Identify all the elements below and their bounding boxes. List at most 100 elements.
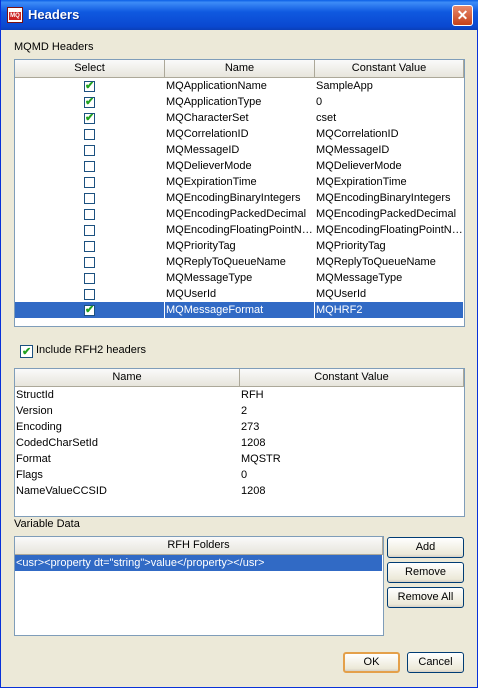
name-cell[interactable]: MQApplicationType — [165, 94, 315, 110]
name-cell[interactable]: MQMessageID — [165, 142, 315, 158]
title-bar[interactable]: MQ Headers ✕ — [1, 0, 478, 30]
constant-value-cell[interactable]: MQMessageType — [315, 270, 464, 286]
ok-button[interactable]: OK — [343, 652, 400, 673]
name-cell[interactable]: Flags — [15, 467, 240, 483]
select-cell[interactable]: ✔ — [15, 302, 165, 318]
select-cell[interactable] — [15, 286, 165, 302]
select-checkbox[interactable] — [84, 240, 95, 252]
table-row[interactable]: MQEncodingPackedDecimal MQEncodingPackedD… — [15, 206, 464, 222]
table-row[interactable]: MQCorrelationID MQCorrelationID — [15, 126, 464, 142]
table-row[interactable]: ✔ MQMessageFormat MQHRF2 — [15, 302, 464, 318]
column-header-constant-value[interactable]: Constant Value — [240, 369, 464, 387]
constant-value-cell[interactable]: RFH — [240, 387, 464, 403]
remove-button[interactable]: Remove — [387, 562, 464, 583]
table-row[interactable]: ✔ MQApplicationName SampleApp — [15, 78, 464, 94]
table-row[interactable]: MQReplyToQueueName MQReplyToQueueName — [15, 254, 464, 270]
select-cell[interactable]: ✔ — [15, 94, 165, 110]
select-cell[interactable] — [15, 254, 165, 270]
name-cell[interactable]: Version — [15, 403, 240, 419]
select-cell[interactable] — [15, 142, 165, 158]
name-cell[interactable]: MQMessageFormat — [165, 302, 315, 318]
constant-value-cell[interactable]: MQSTR — [240, 451, 464, 467]
constant-value-cell[interactable]: MQExpirationTime — [315, 174, 464, 190]
select-checkbox[interactable]: ✔ — [84, 96, 95, 108]
table-row[interactable]: CodedCharSetId 1208 — [15, 435, 464, 451]
name-cell[interactable]: MQCorrelationID — [165, 126, 315, 142]
column-header-name[interactable]: Name — [165, 60, 315, 78]
select-checkbox[interactable] — [84, 176, 95, 188]
close-button[interactable]: ✕ — [452, 5, 473, 26]
table-row[interactable]: NameValueCCSID 1208 — [15, 483, 464, 499]
select-checkbox[interactable] — [84, 128, 95, 140]
constant-value-cell[interactable]: cset — [315, 110, 464, 126]
table-row[interactable]: ✔ MQCharacterSet cset — [15, 110, 464, 126]
constant-value-cell[interactable]: MQDelieverMode — [315, 158, 464, 174]
name-cell[interactable]: Encoding — [15, 419, 240, 435]
select-checkbox[interactable] — [84, 208, 95, 220]
constant-value-cell[interactable]: MQHRF2 — [315, 302, 464, 318]
select-cell[interactable] — [15, 126, 165, 142]
name-cell[interactable]: StructId — [15, 387, 240, 403]
constant-value-cell[interactable]: 1208 — [240, 483, 464, 499]
table-row[interactable]: Format MQSTR — [15, 451, 464, 467]
select-checkbox[interactable] — [84, 224, 95, 236]
select-cell[interactable] — [15, 222, 165, 238]
table-row[interactable]: MQMessageID MQMessageID — [15, 142, 464, 158]
name-cell[interactable]: MQPriorityTag — [165, 238, 315, 254]
table-row[interactable]: MQUserId MQUserId — [15, 286, 464, 302]
select-checkbox[interactable] — [84, 256, 95, 268]
name-cell[interactable]: MQCharacterSet — [165, 110, 315, 126]
column-header-constant-value[interactable]: Constant Value — [315, 60, 464, 78]
select-checkbox[interactable]: ✔ — [84, 112, 95, 124]
constant-value-cell[interactable]: MQEncodingBinaryIntegers — [315, 190, 464, 206]
table-row[interactable]: MQDelieverMode MQDelieverMode — [15, 158, 464, 174]
constant-value-cell[interactable]: 2 — [240, 403, 464, 419]
select-checkbox[interactable] — [84, 192, 95, 204]
column-header-rfh-folders[interactable]: RFH Folders — [15, 537, 383, 555]
cancel-button[interactable]: Cancel — [407, 652, 464, 673]
name-cell[interactable]: MQEncodingFloatingPointNu... — [165, 222, 315, 238]
name-cell[interactable]: MQReplyToQueueName — [165, 254, 315, 270]
table-row[interactable]: MQEncodingFloatingPointNu... MQEncodingFl… — [15, 222, 464, 238]
name-cell[interactable]: MQApplicationName — [165, 78, 315, 94]
select-cell[interactable] — [15, 270, 165, 286]
select-checkbox[interactable]: ✔ — [84, 304, 95, 316]
constant-value-cell[interactable]: 0 — [240, 467, 464, 483]
select-cell[interactable] — [15, 206, 165, 222]
select-checkbox[interactable] — [84, 288, 95, 300]
table-row[interactable]: MQMessageType MQMessageType — [15, 270, 464, 286]
select-checkbox[interactable] — [84, 144, 95, 156]
table-row[interactable]: Flags 0 — [15, 467, 464, 483]
constant-value-cell[interactable]: MQEncodingFloatingPointNu... — [315, 222, 464, 238]
select-checkbox[interactable] — [84, 160, 95, 172]
table-row[interactable]: MQEncodingBinaryIntegers MQEncodingBinary… — [15, 190, 464, 206]
select-checkbox[interactable] — [84, 272, 95, 284]
table-row[interactable]: StructId RFH — [15, 387, 464, 403]
constant-value-cell[interactable]: MQReplyToQueueName — [315, 254, 464, 270]
column-header-select[interactable]: Select — [15, 60, 165, 78]
constant-value-cell[interactable]: 1208 — [240, 435, 464, 451]
name-cell[interactable]: NameValueCCSID — [15, 483, 240, 499]
remove-all-button[interactable]: Remove All — [387, 587, 464, 608]
select-checkbox[interactable]: ✔ — [84, 80, 95, 92]
select-cell[interactable]: ✔ — [15, 110, 165, 126]
constant-value-cell[interactable]: MQMessageID — [315, 142, 464, 158]
constant-value-cell[interactable]: MQCorrelationID — [315, 126, 464, 142]
table-row[interactable]: <usr><property dt="string">value</proper… — [15, 555, 383, 571]
constant-value-cell[interactable]: MQEncodingPackedDecimal — [315, 206, 464, 222]
constant-value-cell[interactable]: MQUserId — [315, 286, 464, 302]
name-cell[interactable]: MQEncodingPackedDecimal — [165, 206, 315, 222]
select-cell[interactable] — [15, 190, 165, 206]
name-cell[interactable]: MQExpirationTime — [165, 174, 315, 190]
table-row[interactable]: MQPriorityTag MQPriorityTag — [15, 238, 464, 254]
name-cell[interactable]: Format — [15, 451, 240, 467]
constant-value-cell[interactable]: MQPriorityTag — [315, 238, 464, 254]
name-cell[interactable]: MQMessageType — [165, 270, 315, 286]
column-header-name[interactable]: Name — [15, 369, 240, 387]
name-cell[interactable]: MQEncodingBinaryIntegers — [165, 190, 315, 206]
table-row[interactable]: Version 2 — [15, 403, 464, 419]
constant-value-cell[interactable]: SampleApp — [315, 78, 464, 94]
constant-value-cell[interactable]: 0 — [315, 94, 464, 110]
table-row[interactable]: Encoding 273 — [15, 419, 464, 435]
constant-value-cell[interactable]: 273 — [240, 419, 464, 435]
